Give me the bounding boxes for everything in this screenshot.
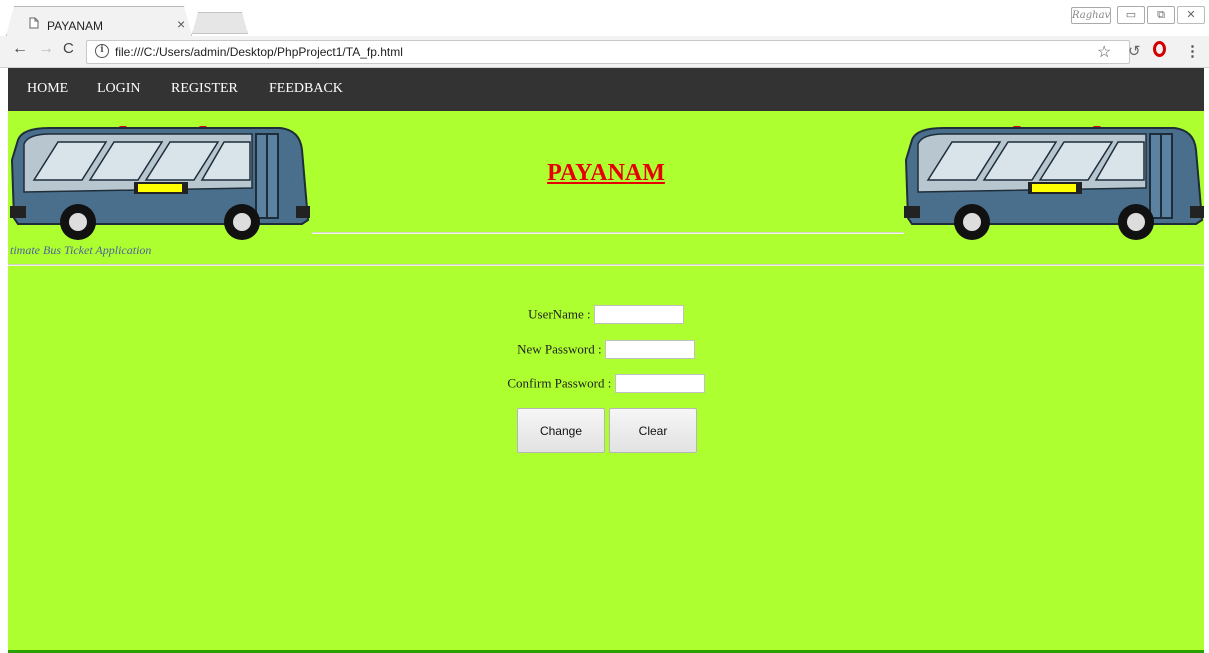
back-icon[interactable]: ← xyxy=(12,40,28,58)
nav-link-login[interactable]: LOGIN xyxy=(97,81,141,97)
site-title: PAYANAM xyxy=(547,160,665,186)
opera-icon[interactable] xyxy=(1153,41,1166,57)
reload-icon[interactable]: C xyxy=(63,40,74,57)
restore-button[interactable]: ⧉ xyxy=(1147,6,1175,24)
nav-link-feedback[interactable]: FEEDBACK xyxy=(269,81,343,97)
browser-toolbar: ← → C i file:///C:/Users/admin/Desktop/P… xyxy=(0,36,1209,68)
forward-icon[interactable]: → xyxy=(38,40,54,58)
new-password-row: New Password : xyxy=(8,340,1204,359)
close-icon[interactable]: × xyxy=(177,16,185,32)
document-icon xyxy=(29,17,39,29)
username-row: UserName : xyxy=(8,305,1204,324)
url-text: file:///C:/Users/admin/Desktop/PhpProjec… xyxy=(115,45,403,59)
header-divider xyxy=(8,264,1204,266)
menu-icon[interactable]: ⋮ xyxy=(1185,42,1200,60)
address-bar[interactable]: i file:///C:/Users/admin/Desktop/PhpProj… xyxy=(86,40,1130,64)
browser-tab[interactable]: PAYANAM × xyxy=(6,6,192,36)
star-icon[interactable]: ☆ xyxy=(1097,42,1111,62)
confirm-password-label: Confirm Password : xyxy=(507,375,612,391)
new-password-label: New Password : xyxy=(517,341,602,357)
profile-button[interactable]: Raghav xyxy=(1071,7,1111,24)
site-navbar: HOME LOGIN REGISTER FEEDBACK xyxy=(8,68,1204,111)
browser-tabstrip: PAYANAM × Raghav ▭ ⧉ ✕ xyxy=(0,0,1209,36)
new-password-input[interactable] xyxy=(604,340,695,359)
minimize-button[interactable]: ▭ xyxy=(1117,6,1145,24)
nav-link-register[interactable]: REGISTER xyxy=(171,81,238,97)
nav-link-home[interactable]: HOME xyxy=(27,81,68,97)
username-label: UserName : xyxy=(528,306,591,322)
confirm-password-input[interactable] xyxy=(614,374,705,393)
site-tagline: timate Bus Ticket Application xyxy=(10,243,152,257)
new-tab-button[interactable] xyxy=(192,12,248,34)
close-window-button[interactable]: ✕ xyxy=(1177,6,1205,24)
confirm-password-row: Confirm Password : xyxy=(8,374,1204,393)
title-divider xyxy=(312,232,904,234)
clear-button[interactable]: Clear xyxy=(609,408,697,453)
change-button[interactable]: Change xyxy=(517,408,605,453)
page-content: HOME LOGIN REGISTER FEEDBACK PAYANAM tim… xyxy=(8,68,1204,653)
tab-title: PAYANAM xyxy=(47,19,104,33)
info-icon[interactable]: i xyxy=(95,44,109,58)
history-icon[interactable]: ↺ xyxy=(1128,42,1141,60)
username-input[interactable] xyxy=(593,305,684,324)
